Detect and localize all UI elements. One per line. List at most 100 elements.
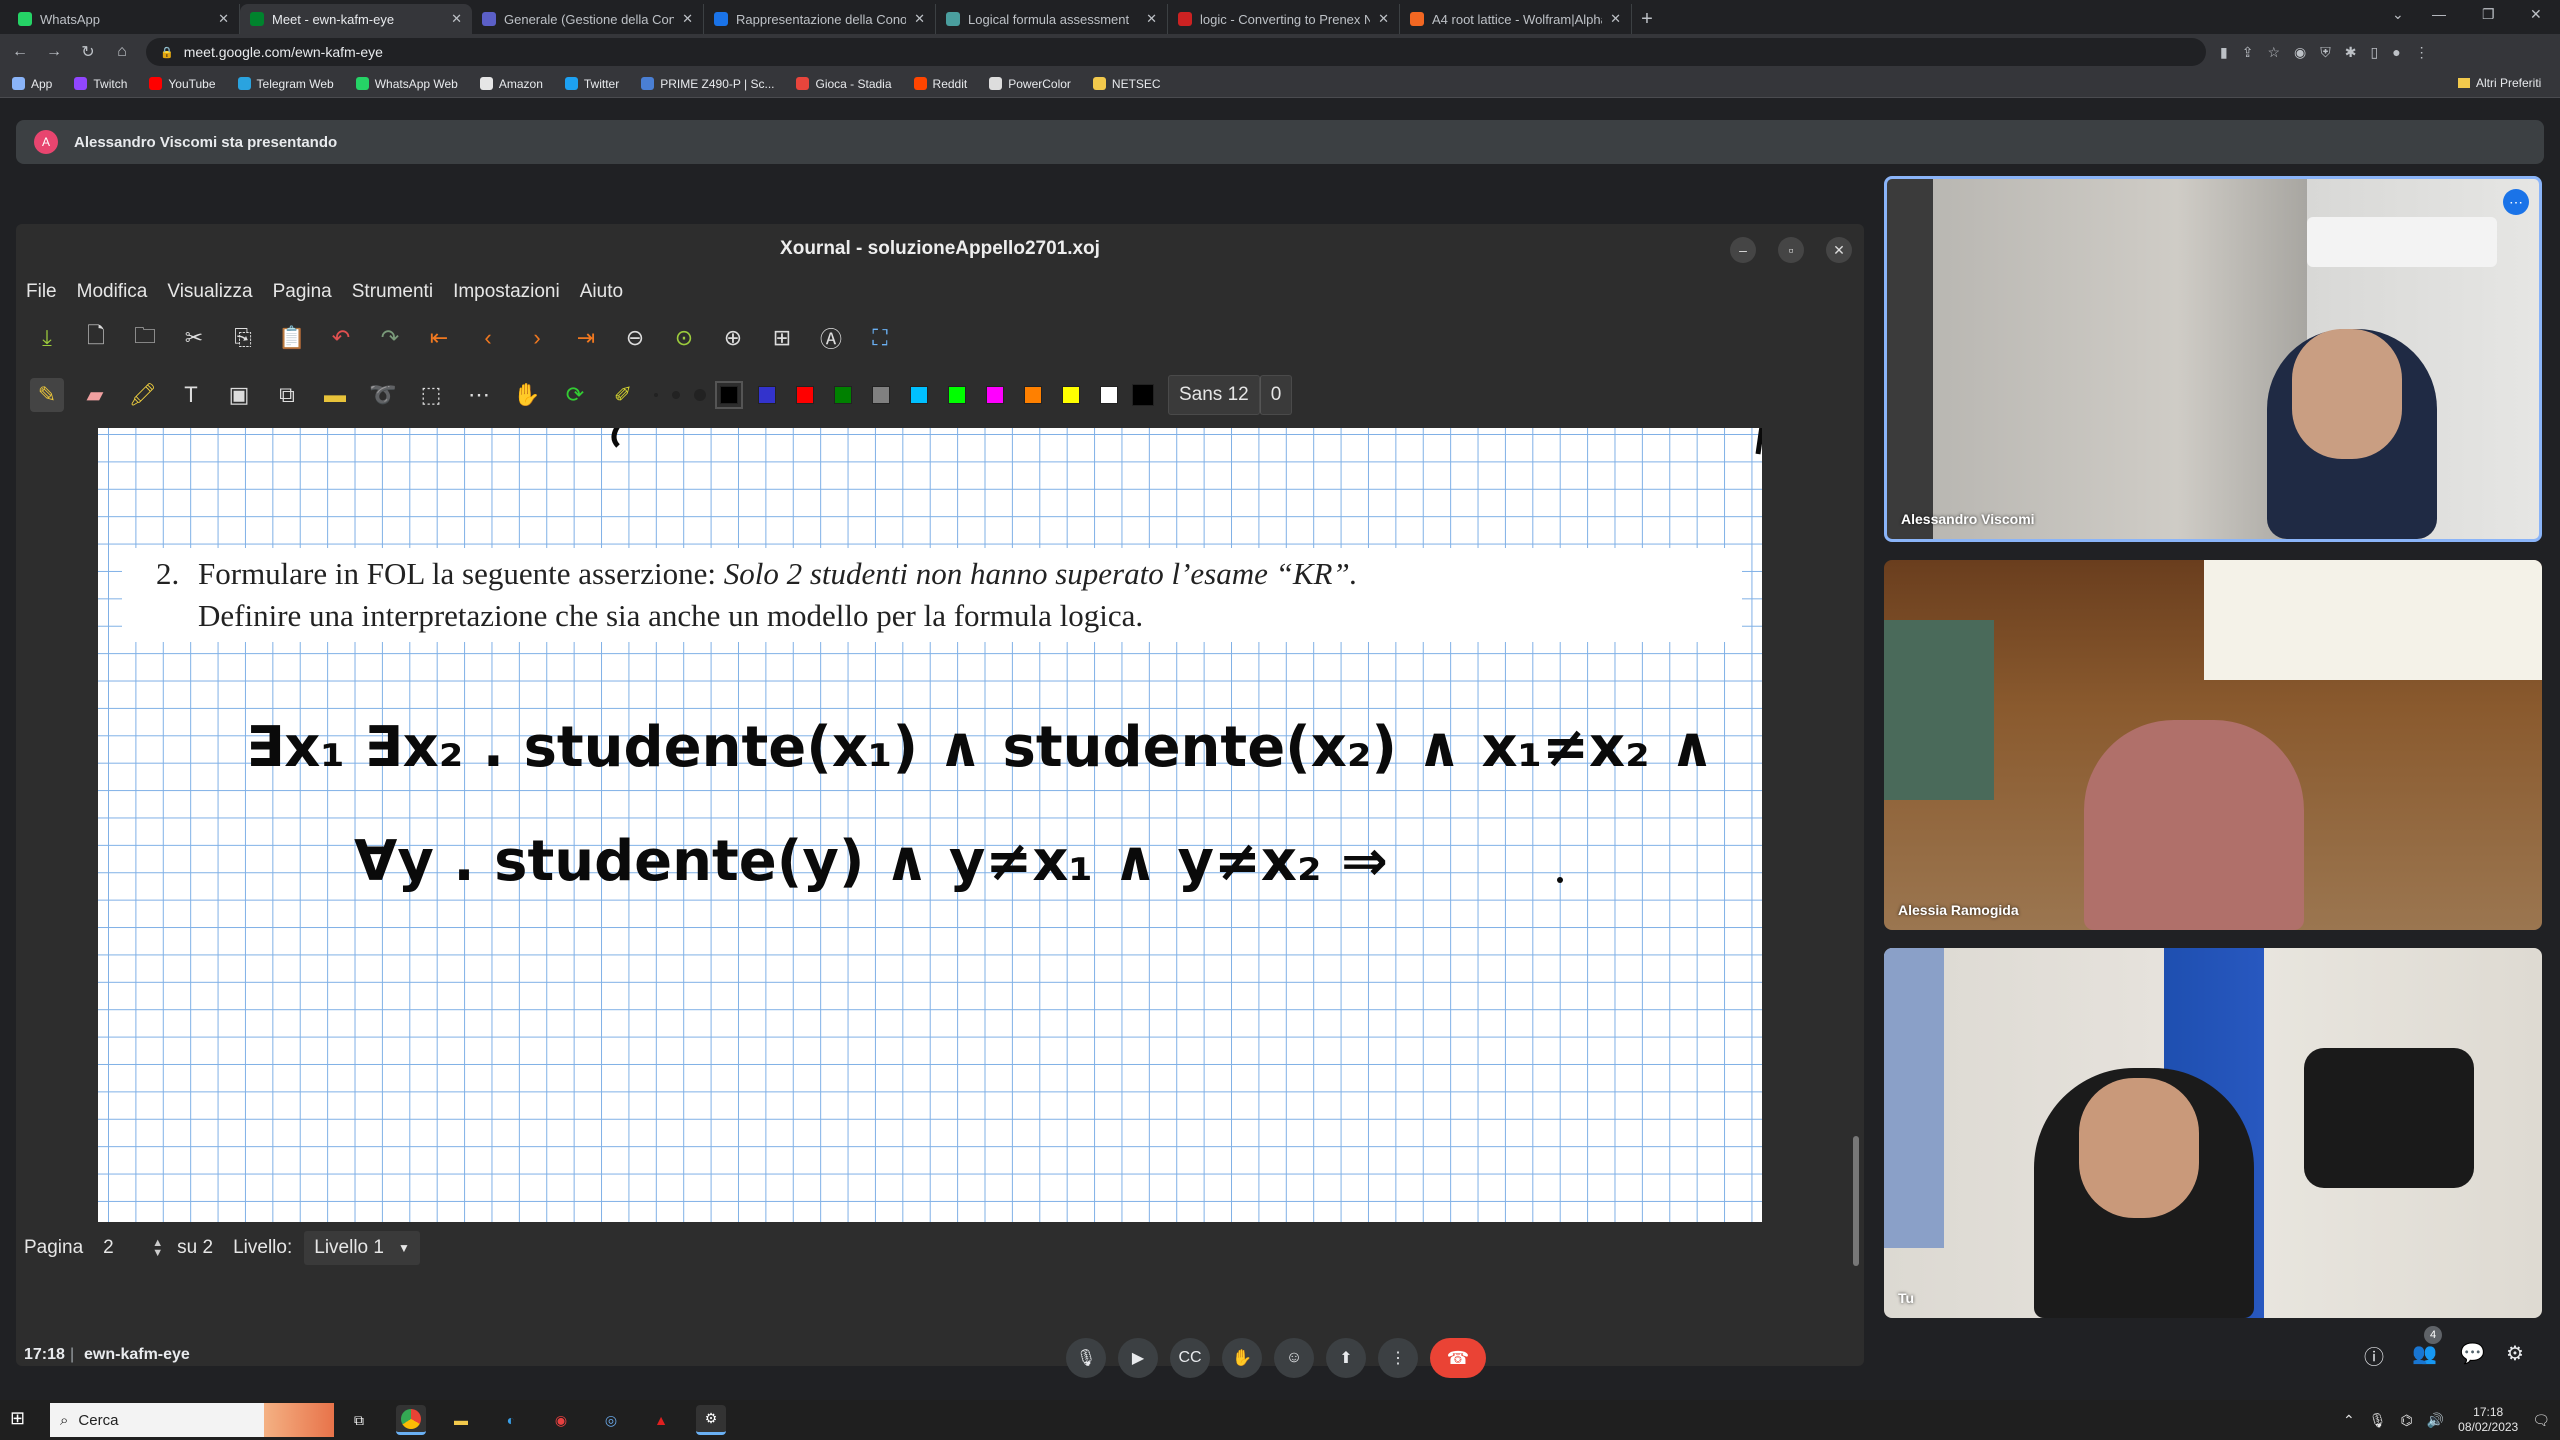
settings-icon[interactable]: ⚙ bbox=[696, 1405, 726, 1435]
last-page-icon[interactable]: ⇥ bbox=[569, 321, 603, 355]
lasso-select-icon[interactable]: ➰ bbox=[366, 378, 400, 412]
thickness-fine-icon[interactable] bbox=[654, 393, 658, 397]
new-tab-button[interactable]: + bbox=[1632, 4, 1662, 34]
undo-icon[interactable]: ↶ bbox=[324, 321, 358, 355]
fullscreen-icon[interactable]: ⛶ bbox=[863, 321, 897, 355]
bookmark-item[interactable]: NETSEC bbox=[1092, 77, 1161, 91]
reload-icon[interactable]: ↻ bbox=[78, 42, 98, 62]
xournal-minimize-button[interactable]: – bbox=[1730, 237, 1756, 263]
tray-overflow-icon[interactable]: ⌃ bbox=[2343, 1412, 2355, 1429]
browser-tab[interactable]: A4 root lattice - Wolfram|Alpha ✕ bbox=[1400, 4, 1632, 34]
home-icon[interactable]: ⌂ bbox=[112, 43, 132, 61]
zoom-text-icon[interactable]: Ⓐ bbox=[814, 321, 848, 355]
xournal-maximize-button[interactable]: ▫ bbox=[1778, 237, 1804, 263]
zoom-page-width-icon[interactable]: ⊞ bbox=[765, 321, 799, 355]
ruler-icon[interactable]: ▬ bbox=[318, 378, 352, 412]
network-icon[interactable]: ⌬ bbox=[2400, 1412, 2412, 1429]
paste-icon[interactable]: 📋 bbox=[275, 321, 309, 355]
participant-tile-self[interactable]: Tu bbox=[1884, 948, 2542, 1318]
steam-icon[interactable]: ◎ bbox=[596, 1405, 626, 1435]
bookmark-item[interactable]: Reddit bbox=[913, 77, 967, 91]
bookmark-item[interactable]: Amazon bbox=[479, 77, 543, 91]
taskbar-clock[interactable]: 17:18 08/02/2023 bbox=[2458, 1405, 2518, 1435]
browser-tab[interactable]: Meet - ewn-kafm-eye ✕ bbox=[240, 4, 472, 34]
pen-icon[interactable]: ✎ bbox=[30, 378, 64, 412]
color-swatch[interactable] bbox=[986, 386, 1004, 404]
url-field[interactable]: 🔒 meet.google.com/ewn-kafm-eye bbox=[146, 38, 2206, 66]
menu-item[interactable]: Strumenti bbox=[352, 281, 433, 303]
tab-close-icon[interactable]: ✕ bbox=[451, 11, 462, 27]
close-window-button[interactable]: ✕ bbox=[2530, 6, 2542, 23]
xournal-close-button[interactable]: ✕ bbox=[1826, 237, 1852, 263]
zoom-fit-icon[interactable]: ⊙ bbox=[667, 321, 701, 355]
task-view-icon[interactable]: ⧉ bbox=[344, 1405, 374, 1435]
microphone-button[interactable]: 🎙 bbox=[1066, 1338, 1106, 1378]
color-swatch[interactable] bbox=[715, 381, 743, 409]
chrome-icon[interactable] bbox=[396, 1405, 426, 1435]
profile-avatar-icon[interactable]: ● bbox=[2392, 44, 2400, 60]
end-call-button[interactable]: ☎ bbox=[1430, 1338, 1486, 1378]
menu-item[interactable]: Visualizza bbox=[167, 281, 252, 303]
open-file-icon[interactable]: 🗀 bbox=[128, 321, 162, 355]
font-button[interactable]: Sans 12 bbox=[1168, 375, 1260, 415]
image-tool-icon[interactable]: ▣ bbox=[222, 378, 256, 412]
share-icon[interactable]: ⇪ bbox=[2242, 44, 2254, 61]
menu-item[interactable]: Aiuto bbox=[580, 281, 623, 303]
browser-tab[interactable]: logic - Converting to Prenex Nor ✕ bbox=[1168, 4, 1400, 34]
default-tool-icon[interactable]: ✐ bbox=[606, 378, 640, 412]
mic-tray-icon[interactable]: 🎙 bbox=[2369, 1412, 2387, 1429]
present-button[interactable]: ⬆ bbox=[1326, 1338, 1366, 1378]
bookmark-item[interactable]: Twitch bbox=[74, 77, 127, 91]
color-swatch[interactable] bbox=[872, 386, 890, 404]
activities-icon[interactable]: ⚙ bbox=[2506, 1341, 2524, 1366]
tab-search-icon[interactable]: ⌄ bbox=[2392, 6, 2404, 23]
color-swatch[interactable] bbox=[796, 386, 814, 404]
acrobat-icon[interactable]: ▲ bbox=[646, 1405, 676, 1435]
color-swatch[interactable] bbox=[948, 386, 966, 404]
page-spinner-icon[interactable]: ▲ ▼ bbox=[152, 1238, 163, 1259]
color-swatch[interactable] bbox=[834, 386, 852, 404]
people-icon[interactable]: 👥 bbox=[2412, 1341, 2437, 1366]
browser-tab[interactable]: Generale (Gestione della Conosc✕ bbox=[472, 4, 704, 34]
text-tool-icon[interactable]: T bbox=[174, 378, 208, 412]
page-number-field[interactable]: 2 ▲ ▼ bbox=[95, 1230, 166, 1266]
default-pen-icon[interactable]: ⟳ bbox=[558, 378, 592, 412]
tab-close-icon[interactable]: ✕ bbox=[1610, 11, 1621, 27]
bookmark-item[interactable]: Telegram Web bbox=[237, 77, 334, 91]
edge-icon[interactable]: ◐ bbox=[496, 1405, 526, 1435]
bookmark-item[interactable]: PowerColor bbox=[989, 77, 1071, 91]
color-swatch[interactable] bbox=[758, 386, 776, 404]
vertical-space-icon[interactable]: ⋯ bbox=[462, 378, 496, 412]
menu-item[interactable]: Modifica bbox=[77, 281, 148, 303]
color-swatch[interactable] bbox=[910, 386, 928, 404]
bookmark-star-icon[interactable]: ☆ bbox=[2267, 44, 2280, 61]
taskbar-search[interactable]: ⌕ Cerca bbox=[50, 1403, 334, 1437]
menu-dots-icon[interactable]: ⋮ bbox=[2415, 44, 2429, 61]
shape-recognizer-icon[interactable]: ⧉ bbox=[270, 378, 304, 412]
new-file-icon[interactable]: 🗋 bbox=[79, 321, 113, 355]
volume-icon[interactable]: 🔊 bbox=[2427, 1412, 2444, 1429]
zoom-in-icon[interactable]: ⊕ bbox=[716, 321, 750, 355]
captions-button[interactable]: CC bbox=[1170, 1338, 1210, 1378]
first-page-icon[interactable]: ⇤ bbox=[422, 321, 456, 355]
minimize-window-button[interactable]: — bbox=[2432, 6, 2446, 22]
cut-icon[interactable]: ✂ bbox=[177, 321, 211, 355]
windows-start-icon[interactable]: ⊞ bbox=[10, 1408, 34, 1432]
chat-icon[interactable]: 💬 bbox=[2460, 1341, 2485, 1366]
browser-tab[interactable]: Rappresentazione della Conoscen✕ bbox=[704, 4, 936, 34]
thickness-medium-icon[interactable] bbox=[672, 391, 680, 399]
camera-icon[interactable]: ▮ bbox=[2220, 44, 2228, 61]
more-options-icon[interactable]: ⋯ bbox=[2503, 189, 2529, 215]
menu-item[interactable]: File bbox=[26, 281, 57, 303]
layer-dropdown[interactable]: Livello 1 ▼ bbox=[304, 1231, 420, 1265]
other-bookmarks[interactable]: Altri Preferiti bbox=[2458, 76, 2541, 90]
meeting-info-icon[interactable]: ⓘ bbox=[2364, 1341, 2384, 1370]
color-swatch[interactable] bbox=[1024, 386, 1042, 404]
copy-icon[interactable]: ⎘ bbox=[226, 321, 260, 355]
color-swatch[interactable] bbox=[1062, 386, 1080, 404]
highlighter-icon[interactable]: 🖍 bbox=[126, 378, 160, 412]
tab-close-icon[interactable]: ✕ bbox=[1146, 11, 1157, 27]
emoji-button[interactable]: ☺ bbox=[1274, 1338, 1314, 1378]
notifications-icon[interactable]: 🗨 bbox=[2532, 1412, 2550, 1429]
color-swatch[interactable] bbox=[1100, 386, 1118, 404]
